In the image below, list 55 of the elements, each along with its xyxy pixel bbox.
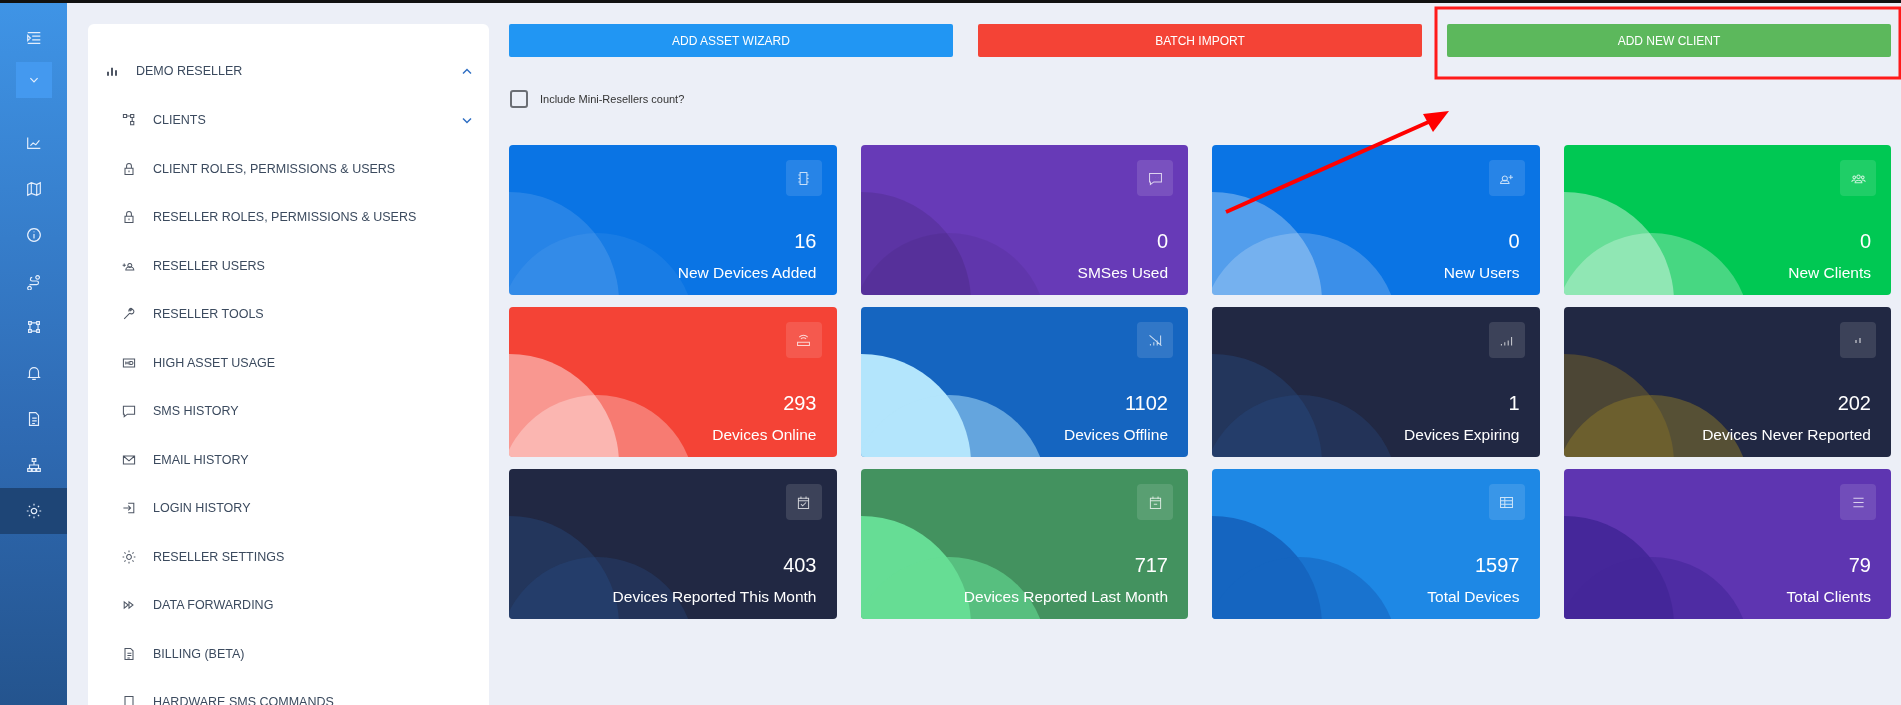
stat-value: 0 [1508,230,1520,253]
chevron-down-button[interactable] [15,62,52,98]
chat-icon [121,403,137,420]
stat-label: Devices Expiring [1404,426,1520,444]
stat-label: Devices Reported This Month [612,588,817,606]
stat-value: 202 [1837,392,1871,415]
menu-item[interactable]: RESELLER USERS [88,241,489,290]
stat-label: Devices Reported Last Month [963,588,1168,606]
menu-item[interactable]: CLIENT ROLES, PERMISSIONS & USERS [88,144,489,193]
stat-label: Total Devices [1427,588,1520,606]
menu-item[interactable]: BILLING (BETA) [88,629,489,678]
menu-item[interactable]: LOGIN HISTORY [88,484,489,533]
stat-value: 403 [783,554,817,577]
stat-label: Devices Never Reported [1702,426,1871,444]
action-button[interactable]: BATCH IMPORT [978,24,1422,57]
menu-item[interactable]: CLIENTS [88,96,489,145]
menu-item[interactable]: DATA FORWARDING [88,581,489,630]
stat-value: 1597 [1475,554,1520,577]
stat-value: 16 [794,230,817,253]
stat-label: Devices Online [712,426,817,444]
stat-label: New Users [1443,264,1520,282]
lock-icon [121,209,137,226]
checkbox-label: Include Mini-Resellers count? [540,93,685,105]
menu-item[interactable]: RESELLER ROLES, PERMISSIONS & USERS [88,193,489,242]
map-icon [24,180,43,198]
menu-item[interactable]: RESELLER SETTINGS [88,532,489,581]
chip-icon [795,169,812,187]
lock-icon [121,160,137,177]
stat-value: 0 [1156,230,1168,253]
stat-value: 0 [1859,230,1871,253]
stat-label: Total Clients [1786,588,1871,606]
stat-value: 293 [783,392,817,415]
document-icon [121,645,137,662]
stat-label: Devices Offline [1064,426,1168,444]
stat-value: 1102 [1125,392,1168,415]
route-icon [24,272,43,290]
settings-button[interactable] [0,488,67,534]
settings-icon [121,548,137,565]
menu-item[interactable]: RESELLER TOOLS [88,290,489,339]
stat-label: New Devices Added [677,264,817,282]
checkbox[interactable] [510,90,528,108]
stat-value: 1 [1508,392,1520,415]
menu-item[interactable]: EMAIL HISTORY [88,435,489,484]
stat-label: New Clients [1788,264,1871,282]
menu-toggle-icon [24,29,43,47]
settings-icon [24,502,43,520]
stat-label: SMSes Used [1077,264,1168,282]
menu-item[interactable]: SMS HISTORY [88,387,489,436]
stat-value: 717 [1134,554,1168,577]
menu-group-header[interactable]: DEMO RESELLER [88,46,489,96]
stat-value: 79 [1848,554,1871,577]
sitemap-icon [24,456,43,474]
menu-item[interactable]: HIGH ASSET USAGE [88,338,489,387]
signal-low-icon [1855,336,1861,344]
info-icon [24,226,43,244]
